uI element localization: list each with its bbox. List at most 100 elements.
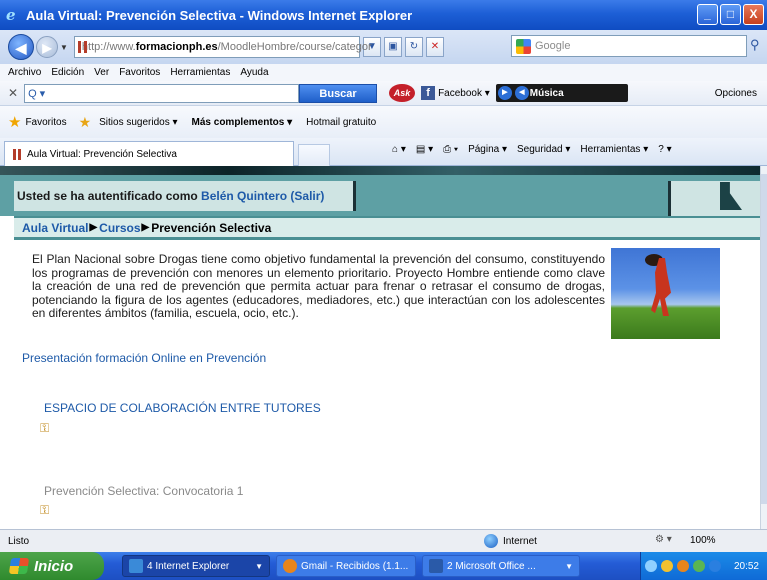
taskbar-office-label: 2 Microsoft Office ... xyxy=(447,560,536,572)
login-info: Usted se ha autentificado como Belén Qui… xyxy=(14,181,356,211)
forward-button[interactable]: ▶ xyxy=(36,36,58,58)
minimize-button[interactable]: _ xyxy=(697,4,718,25)
compatibility-view-icon[interactable]: ▣ xyxy=(383,37,402,57)
status-text: Listo xyxy=(8,535,30,547)
favoritos-button[interactable]: Favoritos xyxy=(25,117,66,128)
word-icon xyxy=(429,559,443,573)
musica-player[interactable]: ▶ ◀ Música xyxy=(495,84,628,102)
clock: 20:52 xyxy=(733,560,759,572)
breadcrumb-arrow-icon: ▶ xyxy=(141,222,150,233)
protected-mode-icon[interactable]: ⚙ ▾ xyxy=(655,534,672,545)
ie-icon xyxy=(129,559,143,573)
firefox-icon xyxy=(283,559,297,573)
key-icon: ⚿ xyxy=(40,503,50,517)
tab-label: Aula Virtual: Prevención Selectiva xyxy=(27,148,177,160)
menu-ayuda[interactable]: Ayuda xyxy=(240,67,268,78)
close-toolbar-icon[interactable]: ✕ xyxy=(8,86,18,100)
google-icon xyxy=(516,38,531,54)
chevron-down-icon: ▼ xyxy=(565,561,573,571)
start-button[interactable]: Inicio xyxy=(0,552,104,580)
close-button[interactable]: X xyxy=(743,4,764,25)
pagina-menu[interactable]: Página ▾ xyxy=(468,144,507,155)
add-favorite-icon[interactable]: ★ xyxy=(79,114,92,131)
ask-toolbar: ✕ Q ▾ Buscar Ask f Facebook ▾ ▶ ◀ Música… xyxy=(0,81,767,106)
home-icon[interactable]: ⌂ ▾ xyxy=(392,144,406,155)
seguridad-menu[interactable]: Seguridad ▾ xyxy=(517,144,570,155)
banner-right-box xyxy=(668,181,760,216)
history-dropdown-icon[interactable]: ▼ xyxy=(60,43,68,52)
taskbar-gmail[interactable]: Gmail - Recibidos (1.1... xyxy=(276,555,416,577)
sitios-sugeridos-button[interactable]: Sitios sugeridos ▾ xyxy=(99,117,177,128)
menu-favoritos[interactable]: Favoritos xyxy=(119,67,160,78)
system-tray: 20:52 xyxy=(640,552,767,580)
mas-complementos-button[interactable]: Más complementos ▾ xyxy=(192,117,293,128)
scrollbar-thumb[interactable] xyxy=(761,174,767,504)
google-search-placeholder: Google xyxy=(535,40,571,52)
start-label: Inicio xyxy=(34,557,74,575)
musica-label: Música xyxy=(529,87,564,99)
stop-icon[interactable]: ✕ xyxy=(425,37,444,57)
windows-flag-icon xyxy=(8,558,30,574)
breadcrumb-aula-virtual[interactable]: Aula Virtual xyxy=(22,221,88,235)
buscar-button[interactable]: Buscar xyxy=(299,83,378,103)
menu-herramientas[interactable]: Herramientas xyxy=(170,67,230,78)
breadcrumb-current: Prevención Selectiva xyxy=(151,220,272,235)
new-tab-button[interactable] xyxy=(298,144,330,166)
site-banner: Usted se ha autentificado como Belén Qui… xyxy=(0,166,760,216)
facebook-button[interactable]: Facebook ▾ xyxy=(438,88,490,99)
ask-logo-icon[interactable]: Ask xyxy=(389,84,416,102)
menu-ver[interactable]: Ver xyxy=(94,67,109,78)
help-icon[interactable]: ? ▾ xyxy=(658,144,671,155)
page-content: Usted se ha autentificado como Belén Qui… xyxy=(0,166,760,529)
running-girl-image xyxy=(611,248,720,339)
favorites-star-icon: ★ xyxy=(8,114,22,131)
zone-label: Internet xyxy=(503,535,537,547)
vertical-scrollbar[interactable] xyxy=(760,166,767,529)
tab-aula-virtual[interactable]: Aula Virtual: Prevención Selectiva xyxy=(4,141,294,166)
tray-network-icon[interactable] xyxy=(645,560,657,572)
course-description: El Plan Nacional sobre Drogas tiene como… xyxy=(32,252,605,321)
search-icon[interactable]: ⚲ xyxy=(750,37,767,55)
photo-figure xyxy=(651,258,671,316)
address-field[interactable]: http://www.formacionph.es/MoodleHombre/c… xyxy=(73,36,372,58)
banner-stripe xyxy=(0,166,760,175)
window-title-bar[interactable]: e Aula Virtual: Prevención Selectiva - W… xyxy=(0,0,767,30)
facebook-icon: f xyxy=(421,86,436,100)
volume-icon[interactable]: ◀ xyxy=(514,86,529,100)
feeds-icon[interactable]: ▤ ▾ xyxy=(416,144,433,155)
menu-edicion[interactable]: Edición xyxy=(51,67,84,78)
refresh-icon[interactable]: ↻ xyxy=(404,37,423,57)
maximize-button[interactable]: □ xyxy=(720,4,741,25)
menu-bar: Archivo Edición Ver Favoritos Herramient… xyxy=(0,64,767,81)
ask-search-input[interactable]: Q ▾ xyxy=(24,83,300,103)
play-icon[interactable]: ▶ xyxy=(497,86,512,100)
google-search-input[interactable]: Google xyxy=(511,35,747,57)
tray-messenger-icon[interactable] xyxy=(709,560,721,572)
tray-volume-icon[interactable] xyxy=(661,560,673,572)
back-button[interactable]: ◀ xyxy=(8,34,34,60)
breadcrumb-arrow-icon: ▶ xyxy=(89,222,98,233)
print-icon[interactable]: ⎙ ▾ xyxy=(443,144,458,155)
security-zone[interactable]: Internet xyxy=(484,534,537,548)
globe-icon xyxy=(484,534,498,548)
tab-row: Aula Virtual: Prevención Selectiva ⌂ ▾ ▤… xyxy=(0,138,767,166)
zoom-level[interactable]: 100% xyxy=(690,535,716,546)
espacio-colaboracion-link[interactable]: ESPACIO DE COLABORACIÓN ENTRE TUTORES xyxy=(44,401,321,415)
login-info-text: Usted se ha autentificado como xyxy=(17,189,198,203)
breadcrumb: Aula Virtual ▶ Cursos ▶ Prevención Selecti… xyxy=(14,216,760,240)
address-url[interactable]: http://www.formacionph.es/MoodleHombre/c… xyxy=(82,41,372,53)
user-link[interactable]: Belén Quintero xyxy=(201,189,287,203)
menu-archivo[interactable]: Archivo xyxy=(8,67,41,78)
command-bar: ⌂ ▾ ▤ ▾ ⎙ ▾ Página ▾ Seguridad ▾ Herrami… xyxy=(392,144,682,155)
convocatoria-link[interactable]: Prevención Selectiva: Convocatoria 1 xyxy=(44,484,243,498)
opciones-button[interactable]: Opciones xyxy=(715,88,757,99)
breadcrumb-cursos[interactable]: Cursos xyxy=(99,221,140,235)
taskbar-ie[interactable]: 4 Internet Explorer ▼ xyxy=(122,555,270,577)
tray-security-icon[interactable] xyxy=(693,560,705,572)
logout-link[interactable]: (Salir) xyxy=(290,189,324,203)
herramientas-menu[interactable]: Herramientas ▾ xyxy=(580,144,648,155)
hotmail-link[interactable]: Hotmail gratuito xyxy=(306,117,376,128)
tray-firefox-icon[interactable] xyxy=(677,560,689,572)
presentacion-link[interactable]: Presentación formación Online en Prevenc… xyxy=(22,351,266,365)
taskbar-office[interactable]: 2 Microsoft Office ... ▼ xyxy=(422,555,580,577)
